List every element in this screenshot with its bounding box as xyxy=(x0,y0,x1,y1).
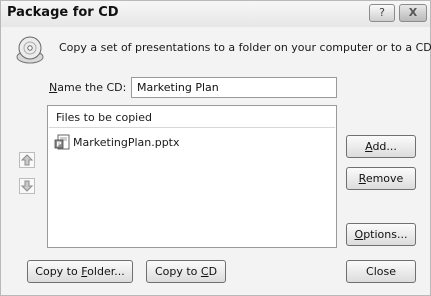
files-list-header: Files to be copied xyxy=(56,111,152,124)
options-accel: O xyxy=(354,228,364,241)
name-cd-label-rest: ame the CD: xyxy=(57,81,127,94)
file-name: MarketingPlan.pptx xyxy=(73,135,180,149)
move-up-arrow-icon xyxy=(20,154,34,166)
name-cd-label-accel: N xyxy=(49,81,58,94)
intro-text: Copy a set of presentations to a folder … xyxy=(59,41,431,54)
copy-to-folder-button[interactable]: Copy to Folder... xyxy=(27,260,133,283)
move-up-button[interactable] xyxy=(19,152,35,168)
copy-folder-prefix: Copy to xyxy=(35,265,82,278)
copy-cd-accel: C xyxy=(200,265,209,278)
dialog-title: Package for CD xyxy=(7,5,119,20)
move-down-button[interactable] xyxy=(19,178,35,194)
options-button[interactable]: Options... xyxy=(346,223,416,246)
cd-icon xyxy=(16,36,44,64)
files-to-copy-list[interactable]: Files to be copied P MarketingPlan.pptx xyxy=(47,105,337,248)
files-header-divider xyxy=(49,127,335,128)
remove-label: emove xyxy=(365,172,404,185)
copy-cd-label: D xyxy=(208,265,218,278)
close-button[interactable]: Close xyxy=(346,260,416,283)
package-for-cd-dialog: Package for CD ? X Copy a set of present… xyxy=(0,0,431,296)
cd-name-input[interactable] xyxy=(131,77,337,98)
name-cd-label: Name the CD: xyxy=(49,81,126,94)
add-label: dd... xyxy=(372,140,397,153)
remove-button[interactable]: Remove xyxy=(346,167,416,190)
add-button[interactable]: Add... xyxy=(346,135,416,158)
copy-folder-label: older... xyxy=(87,265,125,278)
remove-accel: R xyxy=(358,172,366,185)
copy-cd-prefix: Copy to xyxy=(154,265,201,278)
powerpoint-file-icon: P xyxy=(54,134,70,150)
title-bar: Package for CD ? X xyxy=(1,1,430,27)
svg-text:P: P xyxy=(56,141,61,149)
list-item[interactable]: P MarketingPlan.pptx xyxy=(54,133,180,151)
copy-to-cd-button[interactable]: Copy to CD xyxy=(146,260,226,283)
move-down-arrow-icon xyxy=(20,180,34,192)
options-label: ptions... xyxy=(363,228,408,241)
help-button[interactable]: ? xyxy=(369,4,395,22)
close-window-button[interactable]: X xyxy=(399,4,427,22)
